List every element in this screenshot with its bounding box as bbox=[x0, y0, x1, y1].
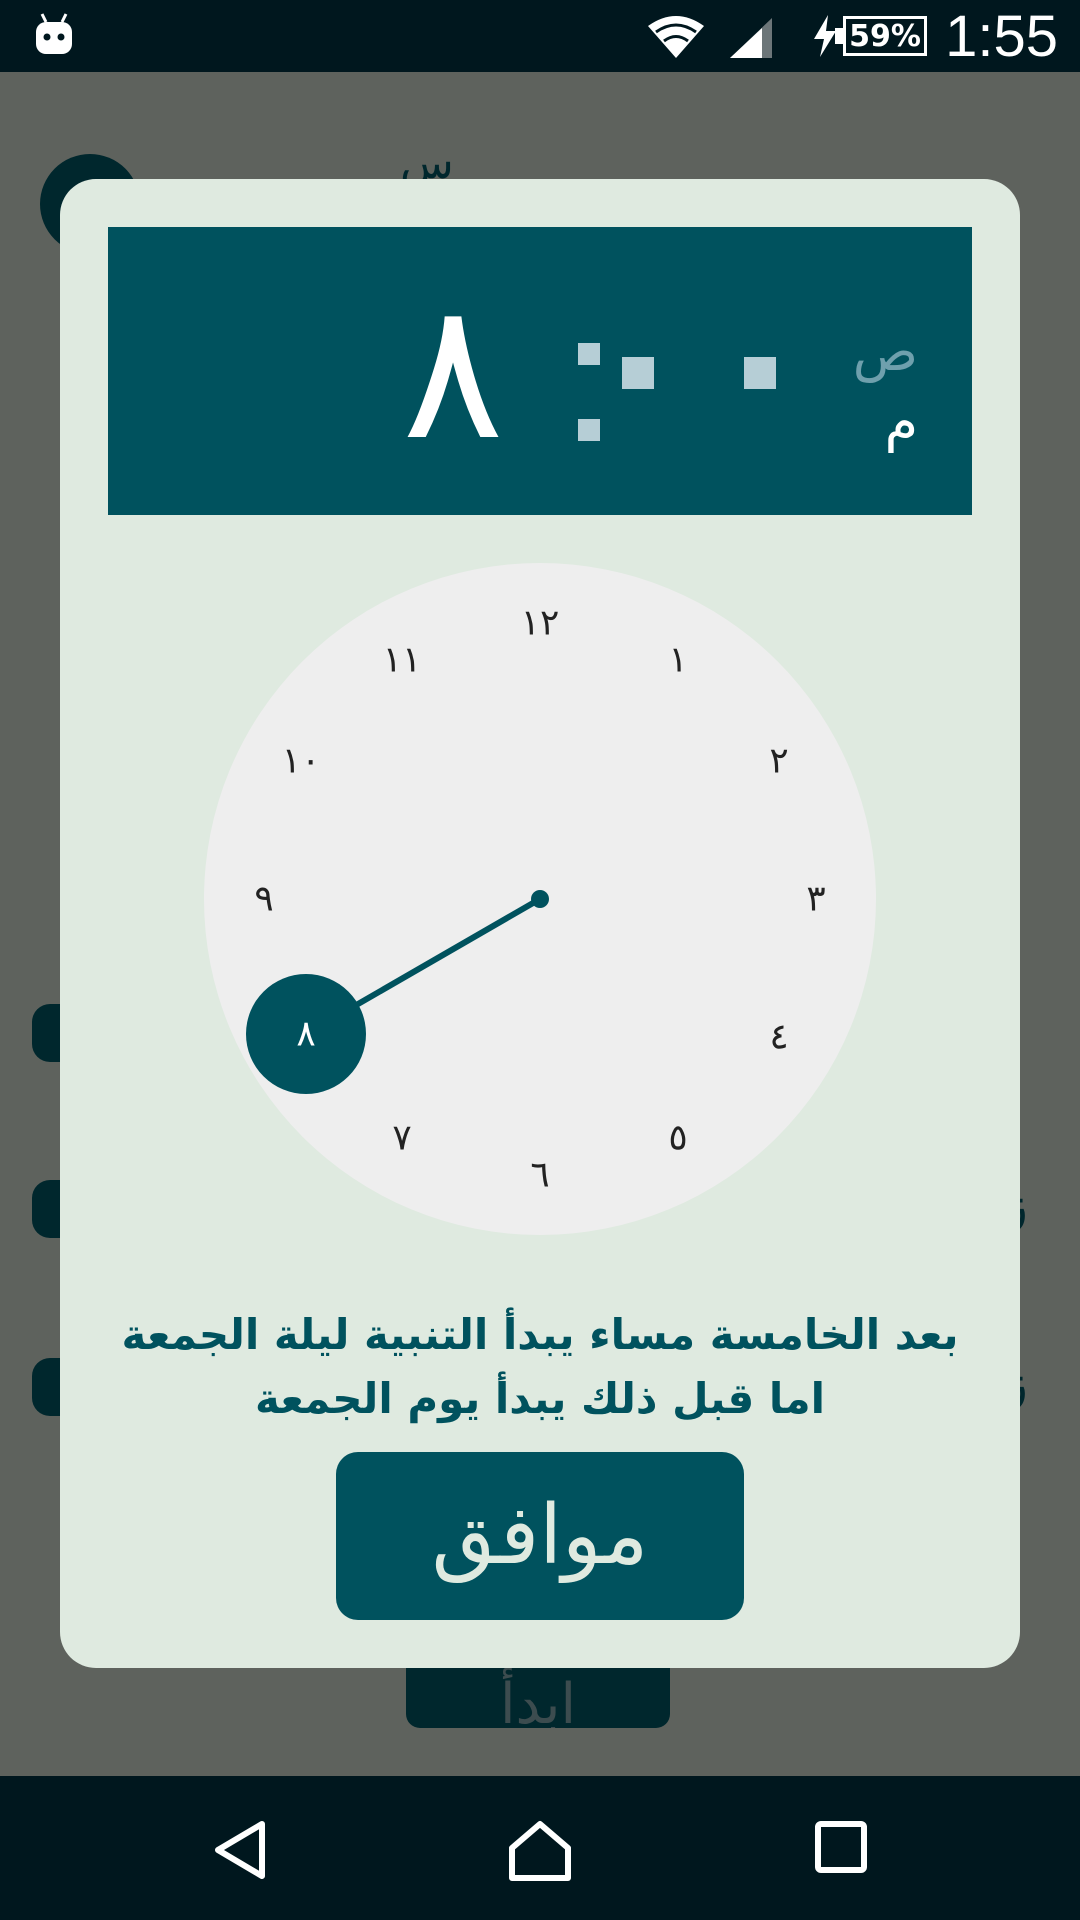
clock-number-5[interactable]: ٥ bbox=[668, 1118, 687, 1159]
minutes-display[interactable] bbox=[614, 357, 778, 391]
time-picker-dialog: ٨ ص م ١٢ ١ ٢ ٣ ٤ ٥ ٦ ٧ ٨ ٩ ١٠ ١١ بعد الخ… bbox=[60, 179, 1020, 1668]
status-bar: 59% 1:55 bbox=[0, 0, 1080, 72]
android-icon bbox=[36, 13, 72, 54]
clock-number-10[interactable]: ١٠ bbox=[282, 741, 321, 782]
pm-toggle[interactable]: م bbox=[838, 387, 918, 457]
navigation-bar bbox=[0, 1776, 1080, 1920]
am-pm-selector: ص م bbox=[838, 317, 918, 457]
wifi-icon bbox=[648, 16, 704, 58]
clock-number-8[interactable]: ٨ bbox=[296, 1014, 315, 1055]
back-icon[interactable] bbox=[212, 1820, 268, 1880]
am-toggle[interactable]: ص bbox=[838, 317, 918, 387]
clock-number-7[interactable]: ٧ bbox=[392, 1118, 411, 1159]
hint-text-line-2: اما قبل ذلك يبدأ يوم الجمعة bbox=[254, 1374, 826, 1423]
hour-display[interactable]: ٨ bbox=[402, 277, 504, 467]
clock-face[interactable]: ١٢ ١ ٢ ٣ ٤ ٥ ٦ ٧ ٨ ٩ ١٠ ١١ bbox=[204, 563, 876, 1235]
clock-number-9[interactable]: ٩ bbox=[254, 879, 273, 920]
clock-number-2[interactable]: ٢ bbox=[769, 741, 788, 782]
signal-icon bbox=[730, 18, 772, 58]
time-header: ٨ ص م bbox=[108, 227, 972, 515]
clock-number-6[interactable]: ٦ bbox=[530, 1155, 549, 1196]
ok-button[interactable]: موافق bbox=[336, 1452, 744, 1620]
clock-number-11[interactable]: ١١ bbox=[383, 640, 422, 681]
clock-number-1[interactable]: ١ bbox=[668, 640, 687, 681]
battery-icon: 59% bbox=[835, 16, 927, 56]
clock-number-12[interactable]: ١٢ bbox=[521, 603, 560, 644]
clock-number-3[interactable]: ٣ bbox=[806, 879, 825, 920]
hint-text-line-1: بعد الخامسة مساء يبدأ التنبية ليلة الجمع… bbox=[121, 1310, 959, 1359]
recents-icon[interactable] bbox=[814, 1820, 868, 1874]
status-clock: 1:55 bbox=[945, 4, 1058, 69]
home-icon[interactable] bbox=[508, 1820, 572, 1882]
clock-number-4[interactable]: ٤ bbox=[769, 1017, 788, 1058]
time-separator bbox=[578, 343, 600, 441]
